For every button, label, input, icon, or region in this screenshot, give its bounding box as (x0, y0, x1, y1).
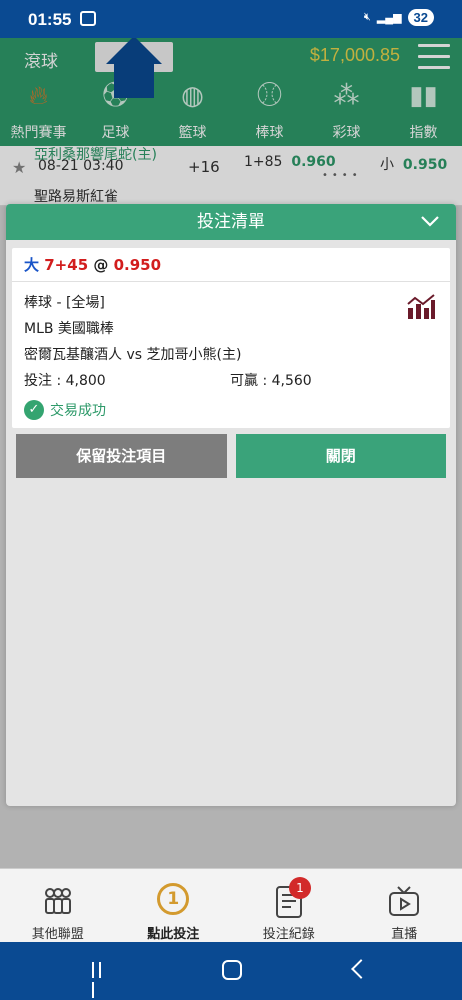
close-button[interactable]: 關閉 (235, 434, 446, 478)
league-label: MLB 美國職棒 (24, 321, 114, 337)
screen-record-icon (80, 11, 96, 26)
tab-bet-records[interactable]: 1 投注紀錄 (231, 869, 347, 942)
tab-other-leagues[interactable]: 其他聯盟 (0, 869, 116, 942)
tab-live-stream[interactable]: 直播 (347, 869, 462, 942)
battery-indicator: 32 (407, 9, 434, 26)
tab-label: 投注紀錄 (262, 927, 315, 942)
bottom-tabbar: 其他聯盟 1 點此投注 1 投注紀錄 直播 (0, 868, 462, 942)
signal-icon: ▂▄▆ (376, 12, 402, 24)
bet-count: 1 (157, 883, 190, 915)
people-icon (44, 888, 71, 914)
bet-at: @ (93, 256, 109, 274)
bet-odds: 0.950 (113, 256, 162, 274)
bet-slip-modal: 投注清單 大 7+45 @ 0.950 棒球 - [全場] MLB 美國職棒 密… (6, 204, 456, 806)
modal-title: 投注清單 (197, 212, 265, 232)
mute-icon: 🔇︎ (363, 11, 371, 23)
tab-label: 其他聯盟 (31, 927, 84, 942)
back-icon[interactable] (351, 959, 371, 979)
keep-bets-button[interactable]: 保留投注項目 (16, 434, 227, 478)
bet-card: 大 7+45 @ 0.950 棒球 - [全場] MLB 美國職棒 密爾瓦基釀酒… (12, 248, 450, 428)
bet-line: 7+45 (44, 256, 89, 274)
check-circle-icon: ✓ (24, 400, 44, 420)
home-button-icon[interactable] (222, 960, 242, 980)
bet-details: 棒球 - [全場] MLB 美國職棒 密爾瓦基釀酒人 vs 芝加哥小熊(主) 投… (12, 282, 450, 428)
modal-header[interactable]: 投注清單 (6, 204, 456, 240)
tab-place-bet[interactable]: 1 點此投注 (116, 869, 232, 942)
stats-chart-icon[interactable] (406, 294, 436, 320)
bet-selection: 大 7+45 @ 0.950 (12, 248, 450, 282)
stake-row: 投注 : 4,800 可贏 : 4,560 (24, 368, 438, 394)
bet-side: 大 (24, 256, 40, 274)
status-indicators: 🔇︎ ▂▄▆ 32 (364, 9, 434, 26)
chevron-down-icon[interactable] (420, 214, 440, 228)
stake-amount: 投注 : 4,800 (24, 373, 106, 389)
bet-count-icon: 1 (116, 883, 232, 923)
status-time: 01:55 (28, 10, 72, 29)
match-label: 密爾瓦基釀酒人 vs 芝加哥小熊(主) (24, 347, 242, 363)
sport-label: 棒球 - [全場] (24, 295, 105, 311)
tab-label: 點此投注 (147, 927, 200, 942)
status-bar: 01:55 🔇︎ ▂▄▆ 32 (0, 0, 462, 38)
success-status: ✓ 交易成功 (24, 400, 438, 420)
modal-actions: 保留投注項目 關閉 (16, 434, 446, 478)
success-text: 交易成功 (50, 403, 106, 419)
recent-apps-icon[interactable] (92, 962, 112, 998)
win-amount: 可贏 : 4,560 (230, 373, 312, 389)
notification-badge: 1 (289, 877, 311, 899)
tv-icon (389, 886, 420, 916)
tab-label: 直播 (391, 927, 418, 942)
android-nav-bar (0, 942, 462, 1000)
